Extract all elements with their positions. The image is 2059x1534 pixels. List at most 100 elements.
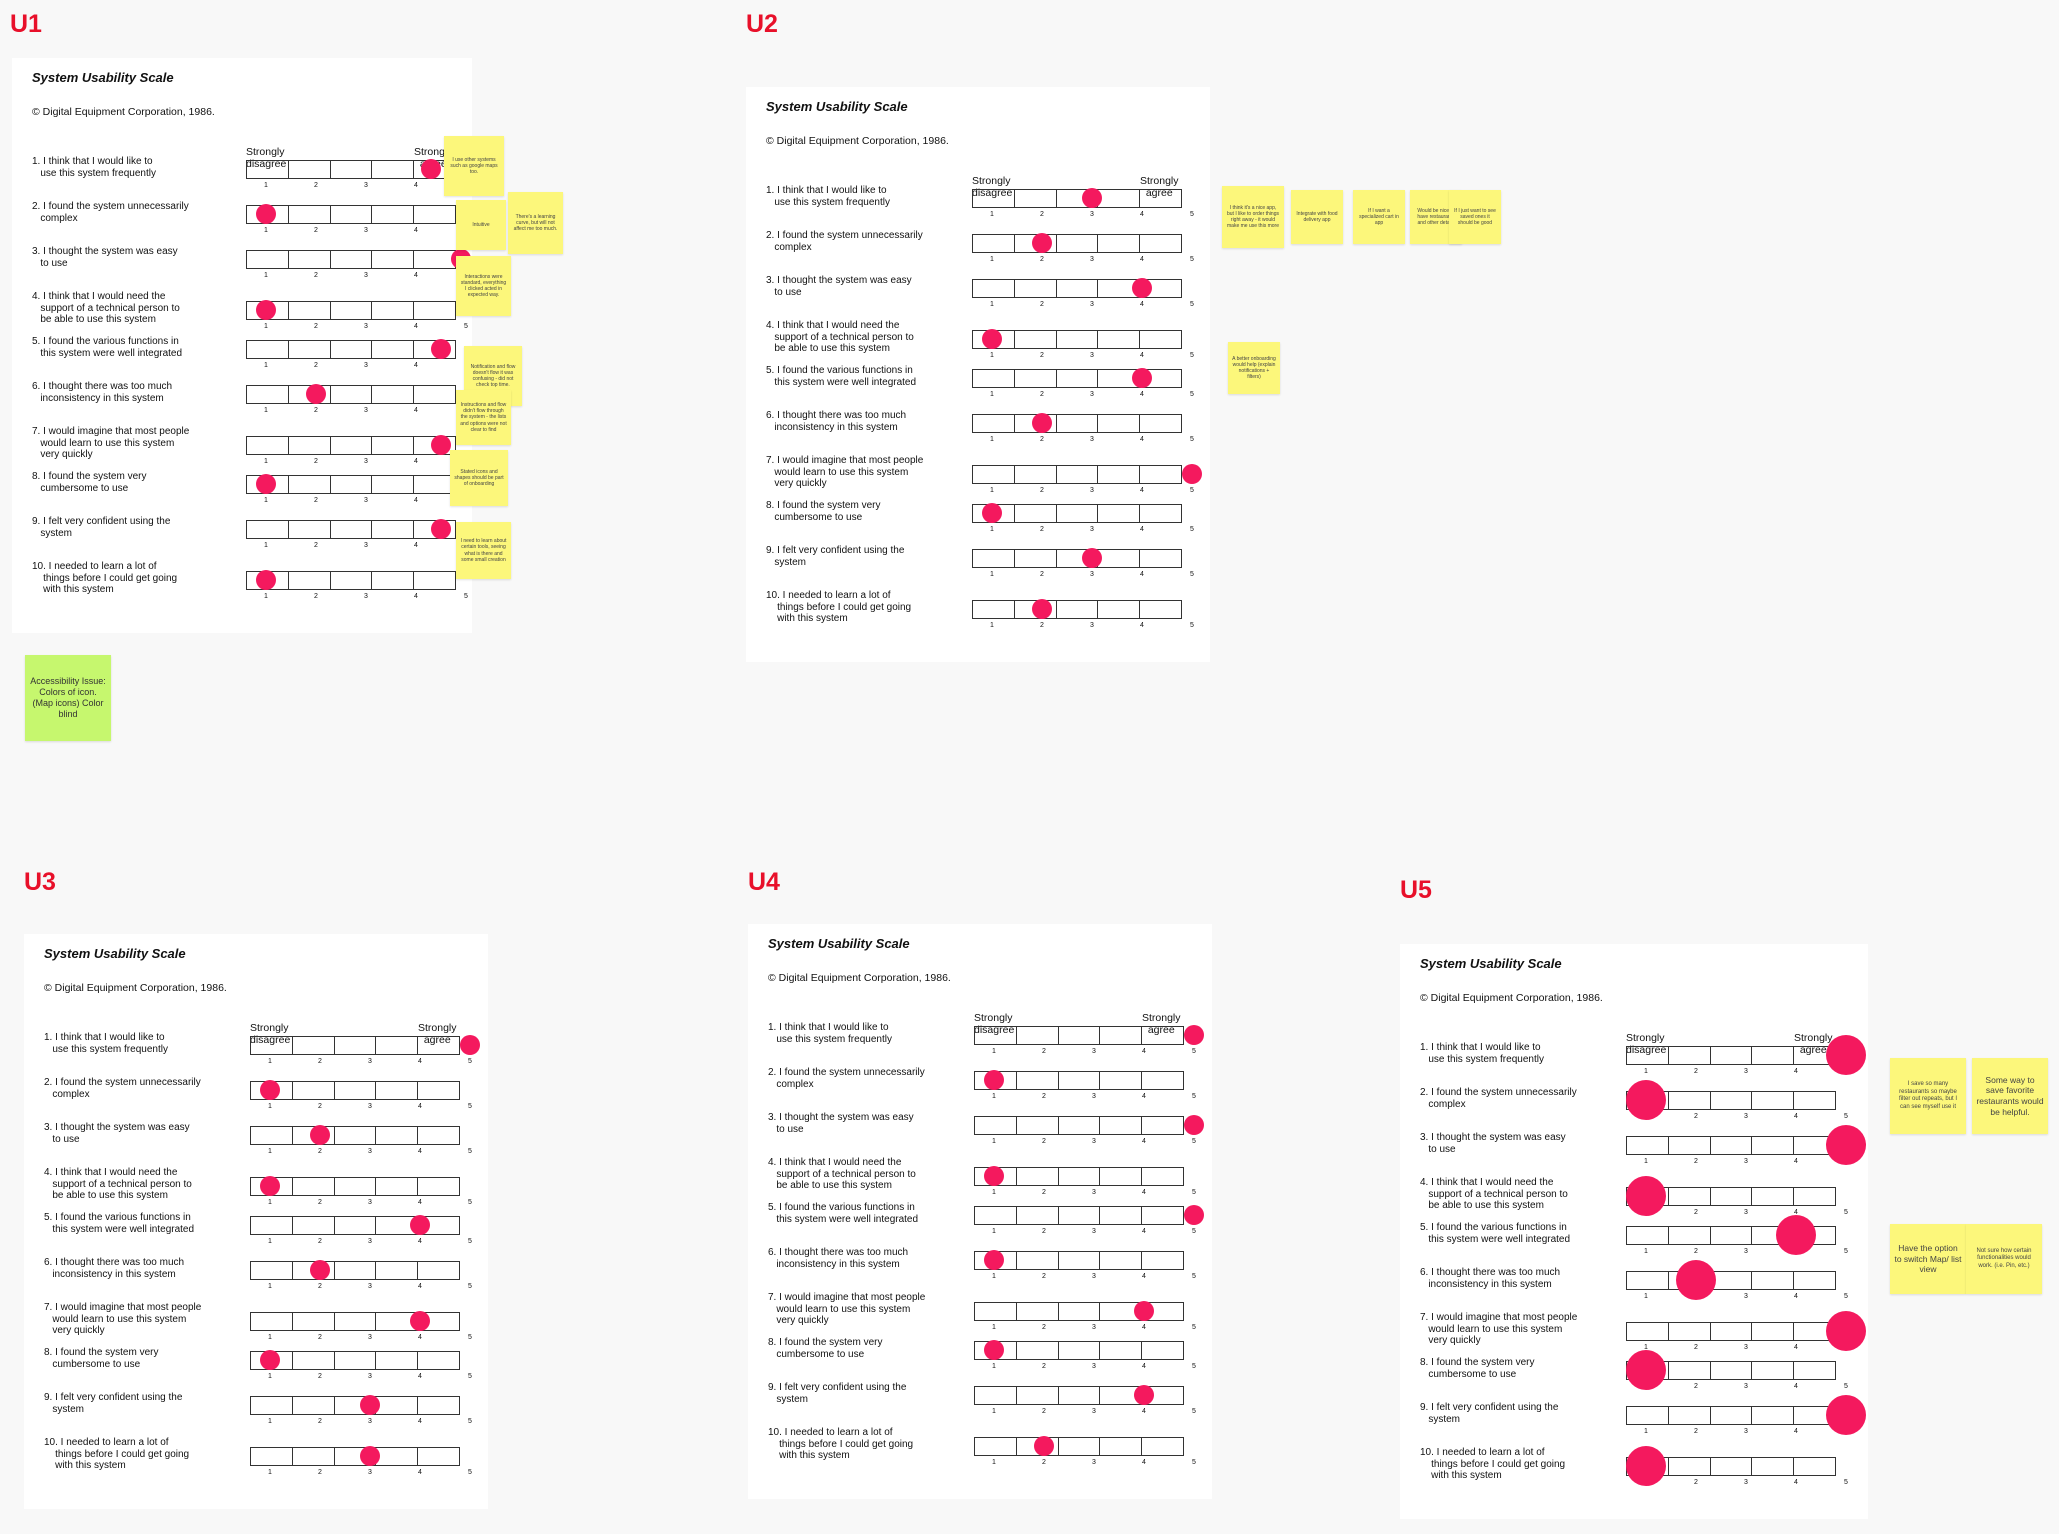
likert-scale-2[interactable] <box>250 1081 460 1100</box>
scale-cell[interactable] <box>331 437 373 454</box>
scale-cell[interactable] <box>372 161 415 178</box>
likert-scale-4[interactable] <box>246 301 456 320</box>
scale-cell[interactable] <box>335 1352 377 1369</box>
response-marker-q9[interactable] <box>1826 1395 1866 1435</box>
scale-cell[interactable] <box>1059 1303 1101 1320</box>
scale-cell[interactable] <box>1100 1207 1143 1224</box>
scale-cell[interactable] <box>289 521 331 538</box>
scale-cell[interactable] <box>331 521 373 538</box>
scale-cell[interactable] <box>335 1082 377 1099</box>
response-marker-q7[interactable] <box>1134 1301 1154 1321</box>
sticky-note[interactable]: Some way to save favorite restaurants wo… <box>1972 1058 2048 1134</box>
response-marker-q4[interactable] <box>984 1166 1004 1186</box>
sus-form-u4[interactable]: System Usability Scale © Digital Equipmen… <box>748 924 1212 1499</box>
scale-cell[interactable] <box>335 1217 377 1234</box>
response-marker-q1[interactable] <box>1082 188 1102 208</box>
likert-scale-6[interactable] <box>974 1251 1184 1270</box>
scale-cell[interactable] <box>1100 1342 1143 1359</box>
scale-cell[interactable] <box>1100 1027 1143 1044</box>
response-marker-q10[interactable] <box>360 1446 380 1466</box>
scale-cell[interactable] <box>1794 1092 1835 1109</box>
response-marker-q8[interactable] <box>1626 1350 1666 1390</box>
scale-cell[interactable] <box>376 1448 419 1465</box>
scale-cell[interactable] <box>251 1313 293 1330</box>
scale-cell[interactable] <box>1098 331 1141 348</box>
likert-scale-10[interactable] <box>250 1447 460 1466</box>
scale-cell[interactable] <box>973 235 1015 252</box>
scale-cell[interactable] <box>1098 190 1141 207</box>
scale-cell[interactable] <box>1711 1407 1753 1424</box>
likert-scale-7[interactable] <box>972 465 1182 484</box>
scale-cell[interactable] <box>247 521 289 538</box>
response-marker-q5[interactable] <box>1184 1205 1204 1225</box>
scale-cell[interactable] <box>1627 1272 1669 1289</box>
scale-cell[interactable] <box>376 1397 419 1414</box>
scale-cell[interactable] <box>289 437 331 454</box>
scale-cell[interactable] <box>376 1037 419 1054</box>
scale-cell[interactable] <box>1627 1407 1669 1424</box>
sus-form-u5[interactable]: System Usability Scale © Digital Equipmen… <box>1400 944 1868 1519</box>
likert-scale-6[interactable] <box>246 385 456 404</box>
scale-cell[interactable] <box>1752 1047 1795 1064</box>
scale-cell[interactable] <box>973 601 1015 618</box>
response-marker-q10[interactable] <box>256 570 276 590</box>
likert-scale-10[interactable] <box>246 571 456 590</box>
scale-cell[interactable] <box>1669 1323 1711 1340</box>
scale-cell[interactable] <box>289 476 331 493</box>
response-marker-q10[interactable] <box>1034 1436 1054 1456</box>
scale-cell[interactable] <box>289 206 331 223</box>
likert-scale-8[interactable] <box>246 475 456 494</box>
scale-cell[interactable] <box>331 161 373 178</box>
response-marker-q6[interactable] <box>310 1260 330 1280</box>
likert-scale-3[interactable] <box>250 1126 460 1145</box>
scale-cell[interactable] <box>1711 1362 1753 1379</box>
scale-cell[interactable] <box>372 386 415 403</box>
response-marker-q6[interactable] <box>1032 413 1052 433</box>
likert-scale-10[interactable] <box>972 600 1182 619</box>
scale-cell[interactable] <box>1794 1362 1835 1379</box>
scale-cell[interactable] <box>418 1448 459 1465</box>
likert-scale-4[interactable] <box>250 1177 460 1196</box>
sticky-note[interactable]: There's a learning curve, but will not a… <box>508 192 563 254</box>
sticky-note[interactable]: Interactions were standard, everything I… <box>456 256 511 316</box>
scale-cell[interactable] <box>247 386 289 403</box>
response-marker-q6[interactable] <box>1676 1260 1716 1300</box>
scale-cell[interactable] <box>1669 1188 1711 1205</box>
scale-cell[interactable] <box>1140 601 1181 618</box>
scale-cell[interactable] <box>1059 1072 1101 1089</box>
scale-cell[interactable] <box>1017 1303 1059 1320</box>
scale-cell[interactable] <box>247 161 289 178</box>
scale-cell[interactable] <box>414 572 455 589</box>
scale-cell[interactable] <box>293 1448 335 1465</box>
sticky-note[interactable]: Stated icons and shapes should be part o… <box>450 450 508 506</box>
response-marker-q2[interactable] <box>984 1070 1004 1090</box>
scale-cell[interactable] <box>414 476 455 493</box>
response-marker-q10[interactable] <box>1626 1446 1666 1486</box>
scale-cell[interactable] <box>1100 1168 1143 1185</box>
scale-cell[interactable] <box>414 206 455 223</box>
scale-cell[interactable] <box>293 1352 335 1369</box>
scale-cell[interactable] <box>1140 505 1181 522</box>
scale-cell[interactable] <box>1669 1092 1711 1109</box>
scale-cell[interactable] <box>1711 1227 1753 1244</box>
response-marker-q2[interactable] <box>1032 233 1052 253</box>
response-marker-q7[interactable] <box>1826 1311 1866 1351</box>
scale-cell[interactable] <box>1098 466 1141 483</box>
scale-cell[interactable] <box>975 1438 1017 1455</box>
scale-cell[interactable] <box>247 341 289 358</box>
likert-scale-2[interactable] <box>974 1071 1184 1090</box>
scale-cell[interactable] <box>1142 1252 1183 1269</box>
scale-cell[interactable] <box>1752 1362 1795 1379</box>
scale-cell[interactable] <box>289 251 331 268</box>
likert-scale-6[interactable] <box>1626 1271 1836 1290</box>
scale-cell[interactable] <box>975 1117 1017 1134</box>
scale-cell[interactable] <box>1015 550 1057 567</box>
scale-cell[interactable] <box>1142 1168 1183 1185</box>
scale-cell[interactable] <box>251 1397 293 1414</box>
scale-cell[interactable] <box>1098 235 1141 252</box>
scale-cell[interactable] <box>372 302 415 319</box>
scale-cell[interactable] <box>1140 235 1181 252</box>
scale-cell[interactable] <box>335 1037 377 1054</box>
scale-cell[interactable] <box>376 1178 419 1195</box>
likert-scale-1[interactable] <box>974 1026 1184 1045</box>
